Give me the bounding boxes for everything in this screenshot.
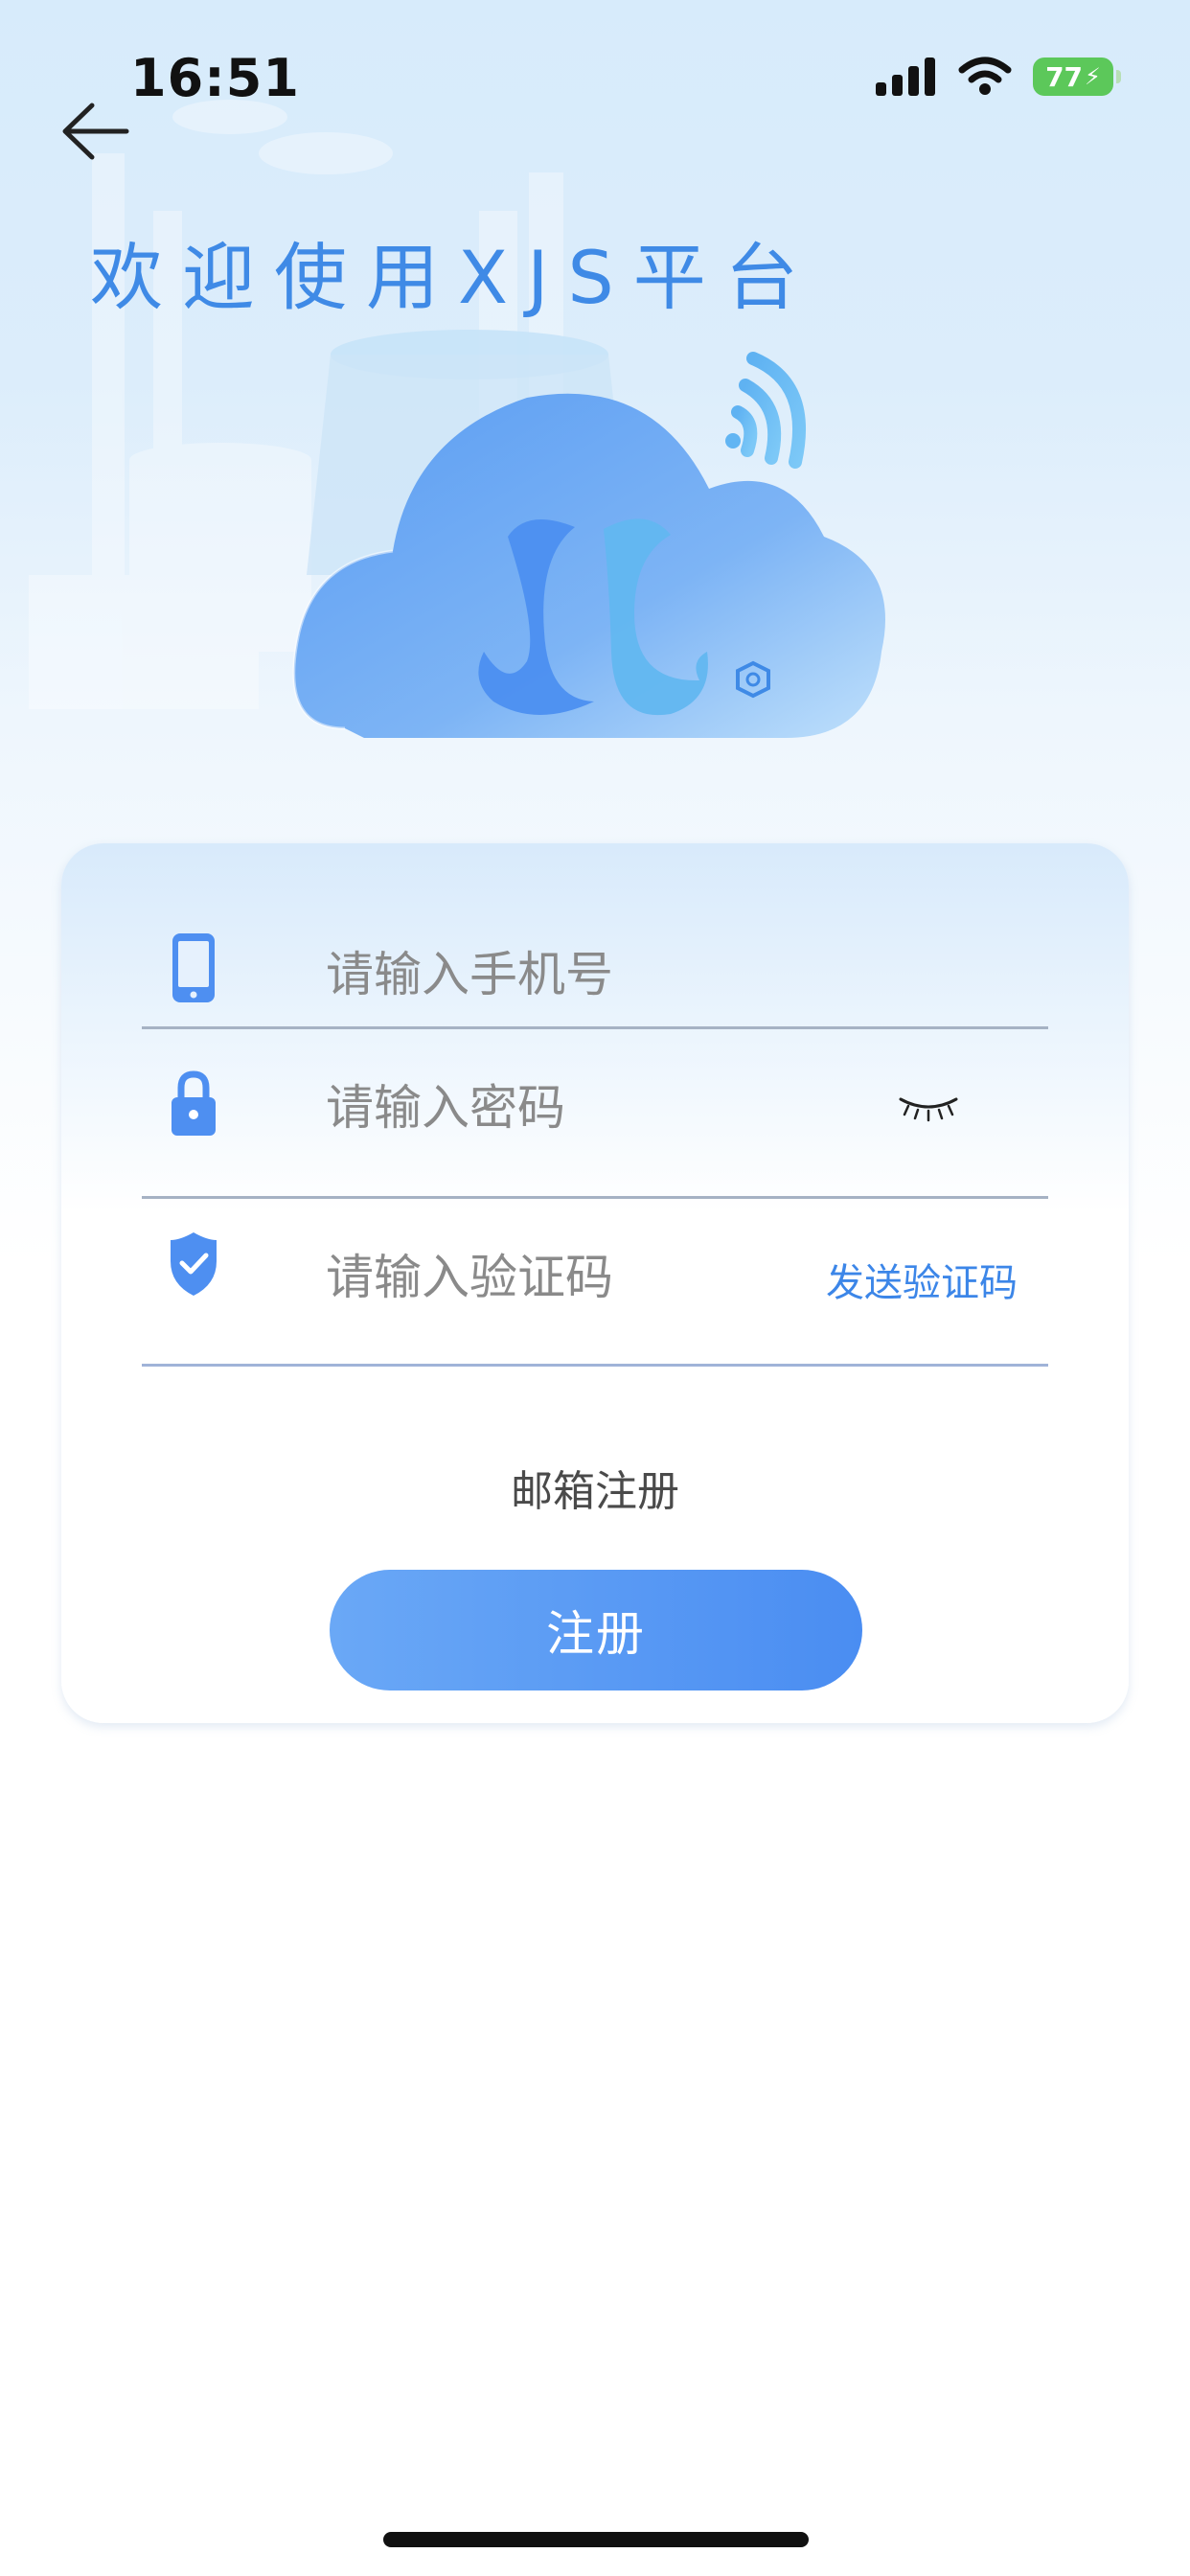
page-title: 欢迎使用XJS平台: [90, 235, 817, 320]
eye-closed-icon[interactable]: [897, 1093, 960, 1122]
cloud-logo-illustration: [292, 352, 885, 738]
battery-icon: 77 ⚡: [1033, 58, 1121, 96]
battery-level: 77: [1045, 60, 1084, 93]
phone-input[interactable]: [326, 941, 901, 1008]
password-field: [142, 1026, 1048, 1199]
lock-icon: [172, 1070, 216, 1136]
send-code-button[interactable]: 发送验证码: [826, 1252, 1018, 1307]
status-time: 16:51: [130, 48, 300, 108]
shield-check-icon: [171, 1232, 217, 1296]
verification-code-field: 发送验证码: [142, 1196, 1048, 1367]
back-arrow-icon[interactable]: [59, 98, 132, 165]
register-form-card: 发送验证码 邮箱注册 注册: [61, 843, 1129, 1723]
wifi-icon: [958, 57, 1012, 95]
phone-icon: [172, 933, 215, 1002]
charging-bolt-icon: ⚡: [1085, 63, 1101, 90]
verification-code-input[interactable]: [326, 1244, 824, 1311]
register-button[interactable]: 注册: [330, 1570, 862, 1690]
email-register-link[interactable]: 邮箱注册: [61, 1457, 1129, 1518]
status-icons: 77 ⚡: [876, 56, 1121, 98]
home-indicator: [383, 2532, 809, 2547]
phone-field: [142, 893, 1048, 1029]
signal-icon: [876, 58, 935, 96]
password-input[interactable]: [326, 1074, 901, 1141]
